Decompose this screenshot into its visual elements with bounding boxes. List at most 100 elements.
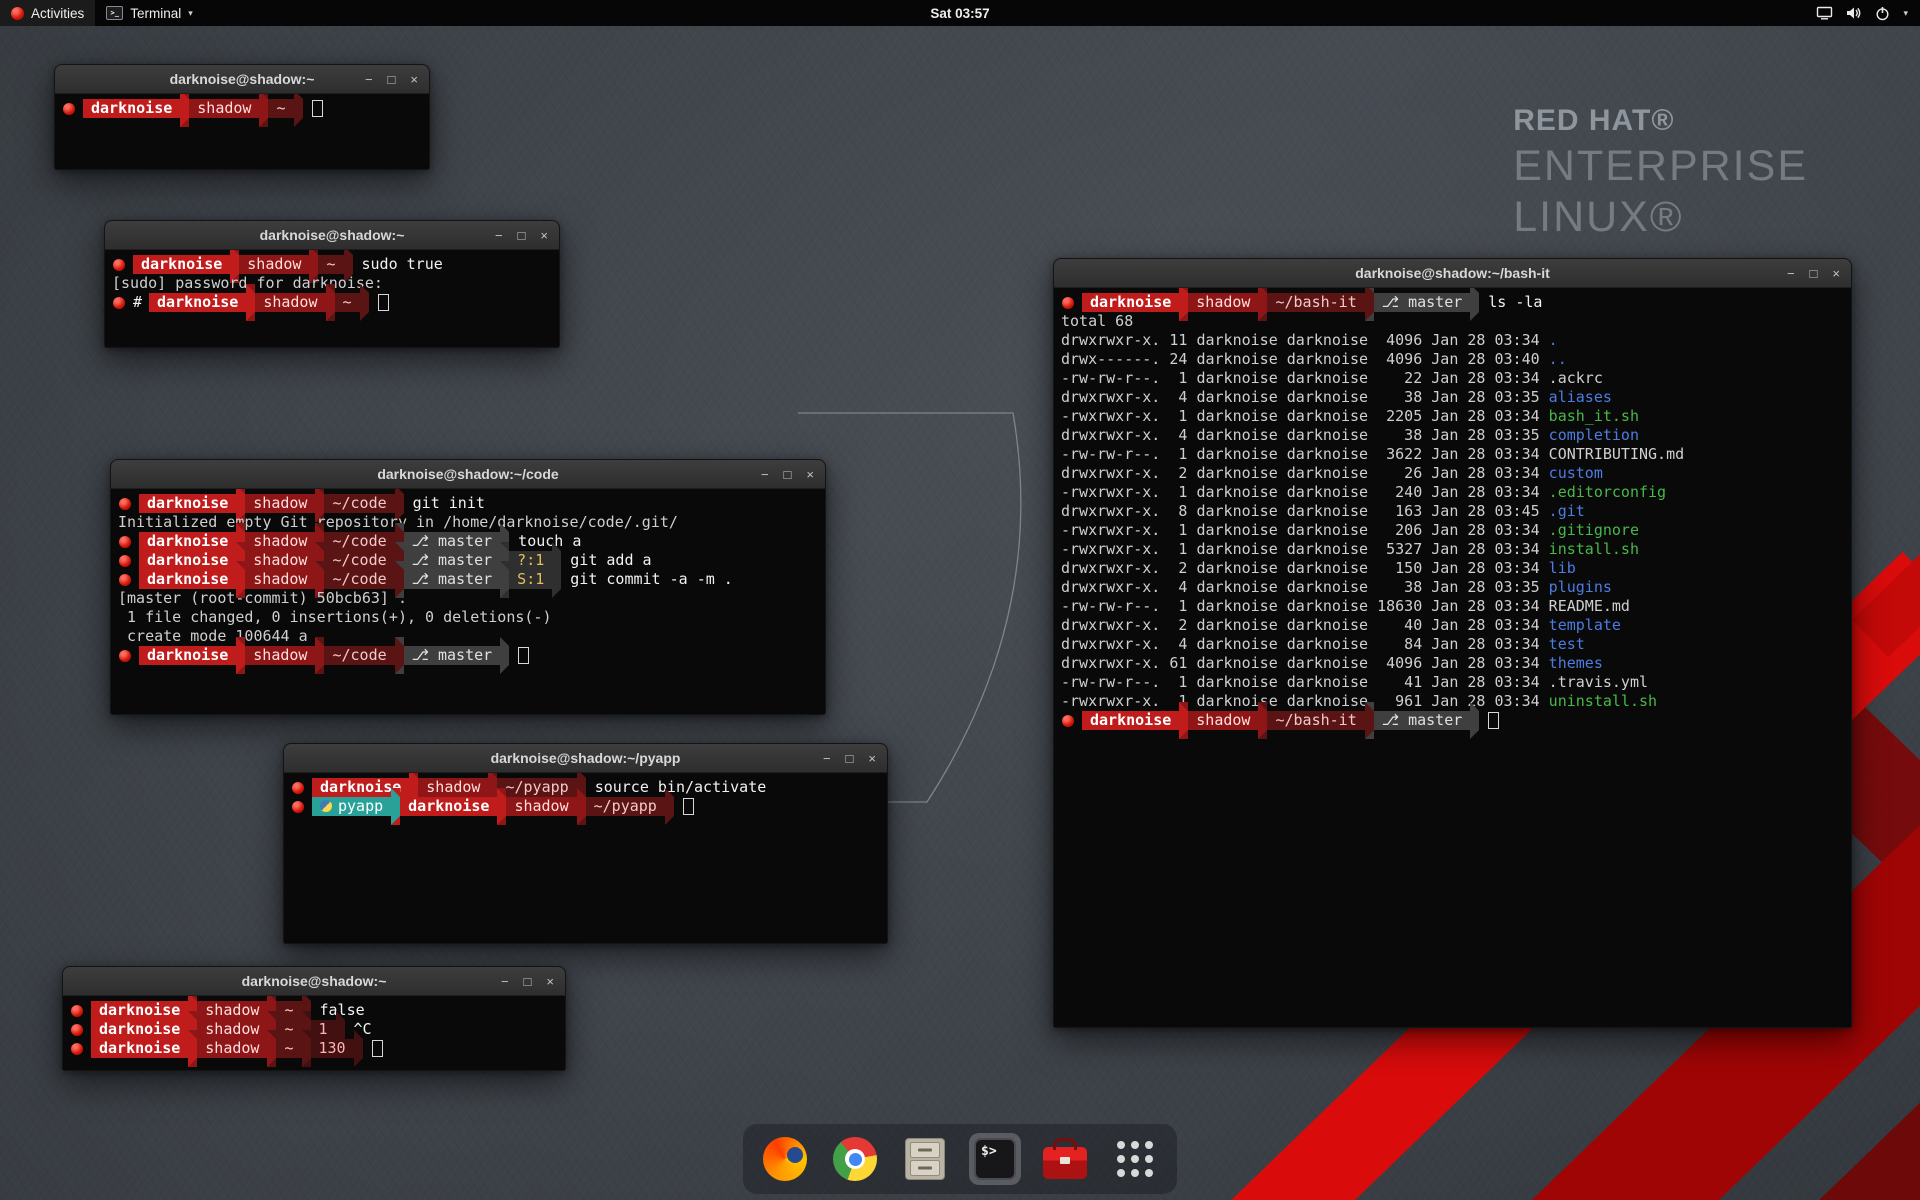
- terminal-prompt-line: darknoiseshadow~: [62, 99, 422, 118]
- dock-files-button[interactable]: [899, 1133, 951, 1185]
- window-controls: − □ ×: [823, 744, 876, 772]
- file-attributes: drwxrwxr-x. 4 darknoise darknoise 38 Jan…: [1061, 388, 1549, 406]
- dock-terminal-button[interactable]: $>: [969, 1133, 1021, 1185]
- dock-toolbox-button[interactable]: [1039, 1133, 1091, 1185]
- window-titlebar[interactable]: darknoise@shadow:~/bash-it−□×: [1054, 259, 1851, 288]
- terminal-content[interactable]: darknoiseshadow~falsedarknoiseshadow~1^C…: [63, 996, 565, 1070]
- file-attributes: drwx------. 24 darknoise darknoise 4096 …: [1061, 350, 1549, 368]
- close-button[interactable]: ×: [546, 975, 554, 988]
- minimize-button[interactable]: −: [501, 975, 509, 988]
- file-list-row: -rw-rw-r--. 1 darknoise darknoise 41 Jan…: [1061, 673, 1844, 692]
- close-button[interactable]: ×: [540, 229, 548, 242]
- prompt-segment-host: shadow: [197, 1039, 267, 1058]
- chevron-down-icon: ▾: [188, 8, 193, 19]
- file-list-row: drwxrwxr-x. 2 darknoise darknoise 26 Jan…: [1061, 464, 1844, 483]
- prompt-segment-gitstat: ?:1: [509, 551, 552, 570]
- activities-button[interactable]: Activities: [0, 0, 95, 26]
- file-attributes: drwxrwxr-x. 4 darknoise darknoise 38 Jan…: [1061, 426, 1549, 444]
- dock-firefox-button[interactable]: [759, 1133, 811, 1185]
- system-status-area[interactable]: ▾: [1804, 0, 1920, 26]
- terminal-prompt-line: darknoiseshadow~/code⎇ master?:1git add …: [118, 551, 818, 570]
- file-name: .ackrc: [1549, 369, 1603, 387]
- prompt-segment-user: darknoise: [149, 293, 246, 312]
- prompt-segment-user: darknoise: [1082, 293, 1179, 312]
- file-list-row: drwxrwxr-x. 61 darknoise darknoise 4096 …: [1061, 654, 1844, 673]
- prompt-segment-user: darknoise: [91, 1039, 188, 1058]
- prompt-segment-path: ~/code: [324, 494, 394, 513]
- close-button[interactable]: ×: [410, 73, 418, 86]
- terminal-content[interactable]: darknoiseshadow~/bash-it⎇ masterls -lato…: [1054, 288, 1851, 1027]
- close-button[interactable]: ×: [868, 752, 876, 765]
- powerline-separator: [302, 1030, 311, 1067]
- chevron-down-icon: ▾: [1903, 8, 1908, 19]
- dock-chrome-button[interactable]: [829, 1133, 881, 1185]
- minimize-button[interactable]: −: [1787, 267, 1795, 280]
- maximize-button[interactable]: □: [1810, 267, 1818, 280]
- app-menu-label: Terminal: [130, 6, 181, 21]
- terminal-prompt-line: darknoiseshadow~/codegit init: [118, 494, 818, 513]
- terminal-prompt-line: darknoiseshadow~130: [70, 1039, 558, 1058]
- dock: $>: [743, 1124, 1177, 1194]
- terminal-prompt-line: darknoiseshadow~/bash-it⎇ masterls -la: [1061, 293, 1844, 312]
- file-name: .git: [1549, 502, 1585, 520]
- powerline-separator: [354, 1030, 363, 1067]
- window-titlebar[interactable]: darknoise@shadow:~/code−□×: [111, 460, 825, 489]
- window-controls: − □ ×: [365, 65, 418, 93]
- prompt-segment-path: ~: [276, 1039, 301, 1058]
- maximize-button[interactable]: □: [388, 73, 396, 86]
- prompt-segment-user: darknoise: [1082, 711, 1179, 730]
- file-attributes: -rwxrwxr-x. 1 darknoise darknoise 206 Ja…: [1061, 521, 1549, 539]
- redhat-prompt-icon: [292, 782, 304, 794]
- prompt-segment-host: shadow: [1188, 711, 1258, 730]
- maximize-button[interactable]: □: [846, 752, 854, 765]
- file-list-row: drwxrwxr-x. 4 darknoise darknoise 38 Jan…: [1061, 578, 1844, 597]
- prompt-segment-path: ~: [268, 99, 293, 118]
- prompt-segment-user: darknoise: [133, 255, 230, 274]
- prompt-segment-host: shadow: [197, 1001, 267, 1020]
- powerline-separator: [497, 788, 506, 825]
- terminal-content[interactable]: darknoiseshadow~: [55, 94, 429, 169]
- file-name: README.md: [1549, 597, 1630, 615]
- prompt-segment-user: darknoise: [139, 551, 236, 570]
- dock-app-grid-button[interactable]: [1109, 1133, 1161, 1185]
- minimize-button[interactable]: −: [761, 468, 769, 481]
- minimize-button[interactable]: −: [365, 73, 373, 86]
- close-button[interactable]: ×: [1832, 267, 1840, 280]
- prompt-segment-path: ~/code: [324, 570, 394, 589]
- terminal-content[interactable]: darknoiseshadow~sudo true[sudo] password…: [105, 250, 559, 347]
- clock[interactable]: Sat 03:57: [930, 6, 989, 21]
- close-button[interactable]: ×: [806, 468, 814, 481]
- powerline-separator: [1365, 702, 1374, 739]
- window-controls: − □ ×: [495, 221, 548, 249]
- window-titlebar[interactable]: darknoise@shadow:~−□×: [105, 221, 559, 250]
- power-icon: [1875, 6, 1890, 21]
- terminal-prompt-line: darknoiseshadow~/bash-it⎇ master: [1061, 711, 1844, 730]
- file-name: .: [1549, 331, 1558, 349]
- maximize-button[interactable]: □: [784, 468, 792, 481]
- window-titlebar[interactable]: darknoise@shadow:~−□×: [55, 65, 429, 94]
- terminal-content[interactable]: darknoiseshadow~/codegit initInitialized…: [111, 489, 825, 714]
- terminal-prompt-line: darknoiseshadow~sudo true: [112, 255, 552, 274]
- prompt-segment-host: shadow: [197, 1020, 267, 1039]
- window-titlebar[interactable]: darknoise@shadow:~/pyapp − □ ×: [284, 744, 887, 773]
- minimize-button[interactable]: −: [495, 229, 503, 242]
- maximize-button[interactable]: □: [524, 975, 532, 988]
- terminal-content[interactable]: darknoiseshadow~/pyappsource bin/activat…: [284, 773, 887, 943]
- terminal-output-line: [master (root-commit) 50bcb63] .: [118, 589, 818, 608]
- powerline-separator: [1179, 288, 1188, 321]
- prompt-segment-git: ⎇ master: [404, 646, 501, 665]
- window-titlebar[interactable]: darknoise@shadow:~−□×: [63, 967, 565, 996]
- prompt-segment-user: darknoise: [91, 1001, 188, 1020]
- window-title: darknoise@shadow:~/pyapp: [491, 750, 681, 766]
- maximize-button[interactable]: □: [518, 229, 526, 242]
- powerline-separator: [500, 561, 509, 598]
- command-text: source bin/activate: [595, 778, 767, 797]
- redhat-prompt-icon: [113, 259, 125, 271]
- terminal-cursor: [312, 100, 323, 117]
- terminal-output-line: Initialized empty Git repository in /hom…: [118, 513, 818, 532]
- app-menu-button[interactable]: >_ Terminal ▾: [95, 0, 204, 26]
- minimize-button[interactable]: −: [823, 752, 831, 765]
- redhat-prompt-icon: [71, 1043, 83, 1055]
- command-text: git add a: [570, 551, 651, 570]
- file-name: custom: [1549, 464, 1603, 482]
